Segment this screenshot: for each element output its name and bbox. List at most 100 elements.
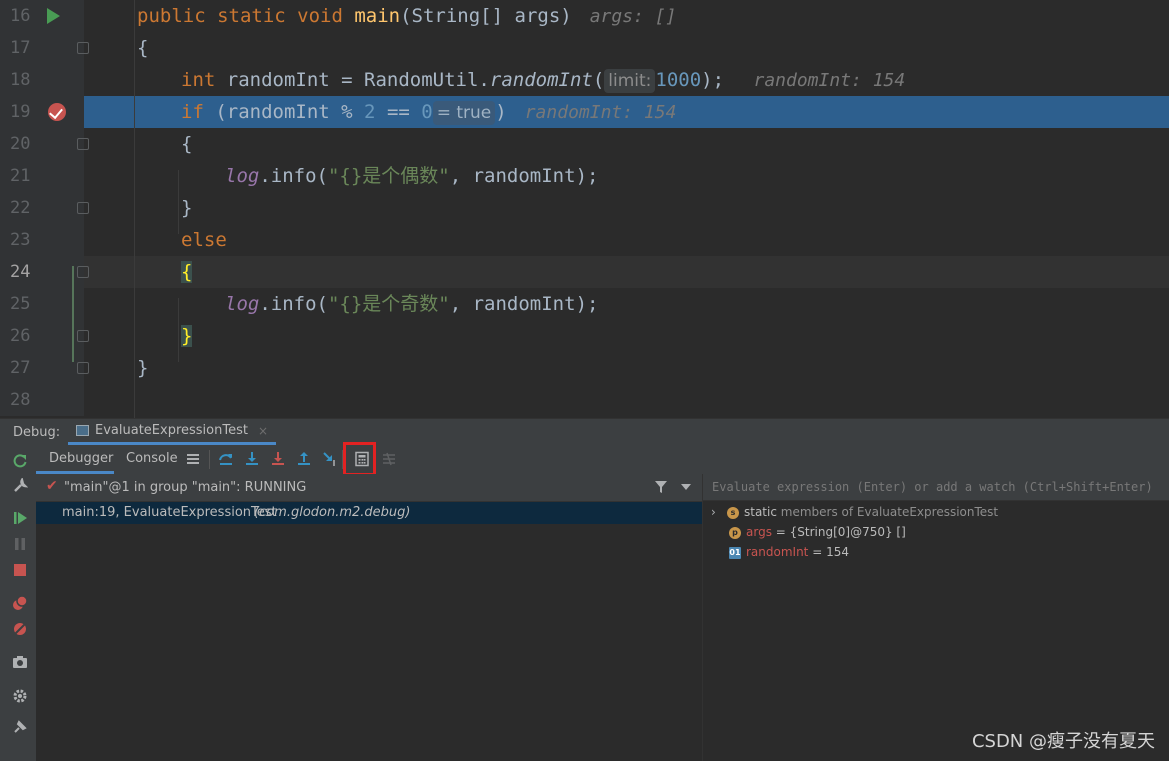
variable-row-static[interactable]: › s static members of EvaluateExpressionTe… — [711, 502, 998, 522]
parameter-badge-icon: p — [729, 526, 741, 539]
gutter[interactable]: 21 — [0, 160, 84, 192]
gutter[interactable]: 19 — [0, 96, 84, 128]
breakpoint-icon[interactable] — [48, 103, 66, 121]
code-token: if — [181, 101, 216, 123]
code-token: main — [354, 5, 401, 27]
code-token: ); — [701, 69, 736, 91]
gutter[interactable]: 16 — [0, 0, 84, 32]
pause-icon[interactable] — [12, 536, 28, 552]
code-token: ) — [495, 101, 507, 123]
fold-marker-icon[interactable] — [77, 362, 89, 374]
gutter[interactable]: 28 — [0, 384, 84, 416]
code-line[interactable]: 22} — [0, 192, 1169, 224]
gutter[interactable]: 23 — [0, 224, 84, 256]
wrench-icon[interactable] — [12, 478, 28, 494]
step-over-icon[interactable] — [218, 451, 234, 467]
debugger-toolbar: Debugger Console — [36, 445, 1169, 475]
camera-icon[interactable] — [12, 654, 28, 670]
force-step-into-icon[interactable] — [270, 451, 286, 467]
static-badge-icon: s — [727, 506, 739, 519]
step-into-icon[interactable] — [244, 451, 260, 467]
gutter[interactable]: 17 — [0, 32, 89, 64]
gutter[interactable]: 18 — [0, 64, 84, 96]
line-number: 24 — [10, 262, 31, 282]
code-line[interactable]: 25 log.info("{}是个奇数", randomInt); — [0, 288, 1169, 320]
gutter[interactable]: 22 — [0, 192, 89, 224]
check-icon: ✔ — [46, 478, 58, 494]
debug-value-hint: args: [] — [589, 6, 677, 27]
variable-row-args[interactable]: p args = {String[0]@750} [] — [729, 522, 906, 542]
layout-menu-icon[interactable] — [185, 451, 201, 467]
fold-marker-icon[interactable] — [77, 202, 89, 214]
close-tab-icon[interactable]: × — [258, 424, 268, 438]
line-number: 23 — [10, 230, 31, 250]
fold-marker-icon[interactable] — [77, 330, 89, 342]
run-gutter-icon[interactable] — [47, 8, 60, 24]
variable-name: randomInt — [746, 545, 809, 559]
chevron-down-icon[interactable] — [681, 484, 691, 490]
code-line[interactable]: 18 int randomInt = RandomUtil.randomInt(l… — [0, 64, 1169, 96]
stack-frame-row[interactable]: main:19, EvaluateExpressionTest (com.glo… — [36, 502, 702, 524]
code-text: int randomInt = RandomUtil.randomInt(lim… — [181, 64, 905, 97]
mute-breakpoints-icon[interactable] — [12, 621, 28, 637]
code-token: 1000 — [655, 69, 702, 91]
code-line[interactable]: 24 { — [0, 256, 1169, 288]
settings-icon[interactable] — [12, 688, 28, 704]
fold-marker-icon[interactable] — [77, 42, 89, 54]
filter-icon[interactable] — [654, 480, 668, 494]
code-line[interactable]: 19 if (randomInt % 2 == 0 = true) randomInt… — [0, 96, 1169, 128]
step-out-icon[interactable] — [296, 451, 312, 467]
code-editor[interactable]: 16 public static void main(String[] args)… — [0, 0, 1169, 418]
variable-row-randomint[interactable]: 01 randomInt = 154 — [729, 542, 849, 562]
code-line[interactable]: 16 public static void main(String[] args)… — [0, 0, 1169, 32]
code-token: .info( — [259, 165, 328, 187]
debug-title: Debug: — [13, 425, 61, 440]
trace-stream-icon[interactable] — [381, 451, 397, 467]
view-breakpoints-icon[interactable] — [12, 595, 28, 611]
code-token: 2 — [364, 101, 387, 123]
code-line[interactable]: 21 log.info("{}是个偶数", randomInt); — [0, 160, 1169, 192]
pin-icon[interactable] — [12, 719, 28, 735]
evaluate-expression-input[interactable]: Evaluate expression (Enter) or add a wat… — [703, 474, 1169, 501]
resume-icon[interactable] — [12, 510, 28, 526]
thread-selector[interactable]: ✔ "main"@1 in group "main": RUNNING — [36, 474, 702, 502]
code-token: "{}是个奇数" — [327, 293, 450, 315]
gutter[interactable]: 20 — [0, 128, 89, 160]
fold-marker-icon[interactable] — [77, 138, 89, 150]
frame-location: main:19, EvaluateExpressionTest — [62, 505, 277, 520]
line-number: 19 — [10, 102, 31, 122]
inline-value-hint: = true — [432, 101, 496, 125]
code-token: (String[] args) — [400, 5, 572, 27]
run-config-tab[interactable]: EvaluateExpressionTest × — [68, 419, 277, 445]
code-token: int — [181, 69, 227, 91]
line-number: 27 — [10, 358, 31, 378]
code-token: else — [181, 229, 227, 251]
stop-icon[interactable] — [12, 562, 28, 578]
line-number: 20 — [10, 134, 31, 154]
fold-marker-icon[interactable] — [77, 266, 89, 278]
code-line[interactable]: 26} — [0, 320, 1169, 352]
code-token: public static void — [137, 5, 355, 27]
code-line[interactable]: 23 else — [0, 224, 1169, 256]
static-members-text: members of EvaluateExpressionTest — [780, 505, 999, 519]
run-config-label: EvaluateExpressionTest — [95, 423, 248, 438]
code-token: , randomInt); — [449, 165, 599, 187]
line-number: 22 — [10, 198, 31, 218]
chevron-right-icon[interactable]: › — [711, 502, 727, 522]
tab-debugger[interactable]: Debugger — [49, 451, 113, 466]
code-token: { — [181, 261, 193, 283]
code-line[interactable]: 28 — [0, 384, 1169, 416]
rerun-icon[interactable] — [12, 453, 28, 469]
tab-console[interactable]: Console — [126, 451, 178, 466]
line-number: 17 — [10, 38, 31, 58]
code-text: { — [137, 32, 148, 64]
code-token: } — [181, 197, 193, 219]
line-number: 25 — [10, 294, 31, 314]
code-line[interactable]: 27} — [0, 352, 1169, 384]
run-to-cursor-icon[interactable] — [322, 451, 338, 467]
code-line[interactable]: 20 { — [0, 128, 1169, 160]
line-number: 26 — [10, 326, 31, 346]
code-line[interactable]: 17 { — [0, 32, 1169, 64]
code-text: log.info("{}是个偶数", randomInt); — [225, 160, 598, 192]
code-token: { — [137, 37, 149, 59]
